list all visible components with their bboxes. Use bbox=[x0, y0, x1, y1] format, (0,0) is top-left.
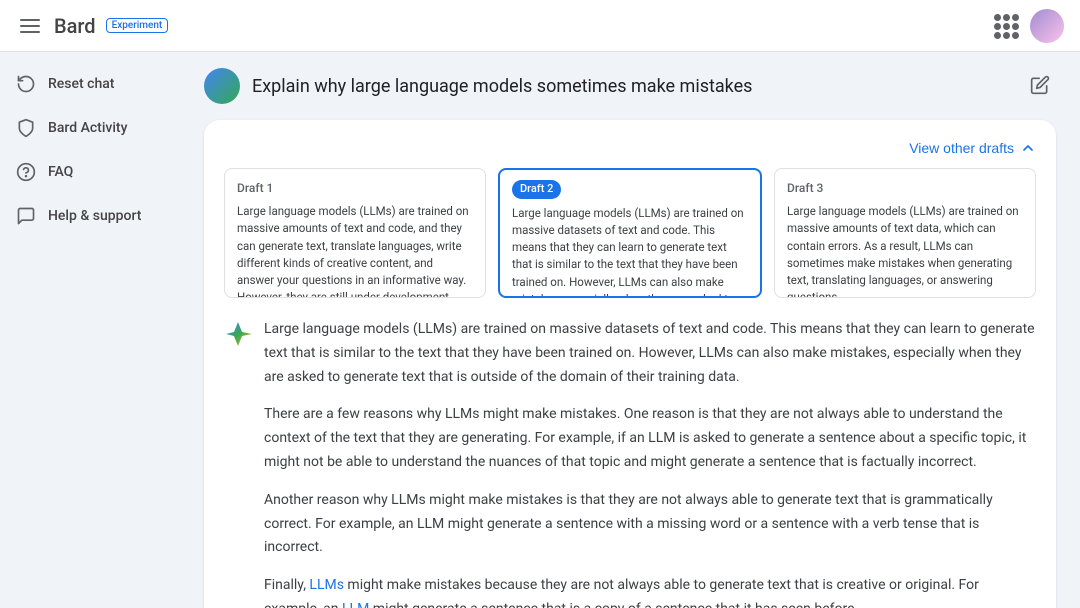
response-para-1: Large language models (LLMs) are trained… bbox=[264, 318, 1036, 389]
sidebar-item-bard-activity[interactable]: Bard Activity bbox=[0, 108, 172, 148]
draft-3-label: Draft 3 bbox=[787, 179, 1023, 197]
sidebar-label-reset-chat: Reset chat bbox=[48, 76, 114, 92]
user-avatar[interactable] bbox=[1030, 9, 1064, 43]
chat-icon bbox=[16, 206, 36, 226]
main-content: Explain why large language models someti… bbox=[180, 52, 1080, 608]
view-other-drafts-label: View other drafts bbox=[909, 140, 1014, 156]
response-body: Large language models (LLMs) are trained… bbox=[264, 318, 1036, 608]
sidebar-item-reset-chat[interactable]: Reset chat bbox=[0, 64, 172, 104]
bard-response: Large language models (LLMs) are trained… bbox=[224, 318, 1036, 608]
sidebar-label-bard-activity: Bard Activity bbox=[48, 120, 127, 136]
draft-1-label: Draft 1 bbox=[237, 179, 473, 197]
question-bar: Explain why large language models someti… bbox=[204, 68, 1056, 104]
sidebar: Reset chat Bard Activity FAQ bbox=[0, 52, 180, 608]
layout: Reset chat Bard Activity FAQ bbox=[0, 52, 1080, 608]
view-other-drafts-button[interactable]: View other drafts bbox=[909, 140, 1036, 156]
response-para-3: Another reason why LLMs might make mista… bbox=[264, 489, 1036, 560]
response-para-2: There are a few reasons why LLMs might m… bbox=[264, 403, 1036, 474]
response-card: View other drafts Draft 1 Large language… bbox=[204, 120, 1056, 608]
edit-button[interactable] bbox=[1024, 69, 1056, 104]
sidebar-label-help-support: Help & support bbox=[48, 208, 141, 224]
apps-icon[interactable] bbox=[994, 14, 1018, 38]
user-question-avatar bbox=[204, 68, 240, 104]
sidebar-item-help-support[interactable]: Help & support bbox=[0, 196, 172, 236]
sidebar-label-faq: FAQ bbox=[48, 164, 73, 180]
topbar-right bbox=[994, 9, 1064, 43]
question-text: Explain why large language models someti… bbox=[252, 76, 752, 97]
draft-2-label: Draft 2 bbox=[512, 180, 561, 199]
topbar-left: Bard Experiment bbox=[16, 14, 168, 38]
question-left: Explain why large language models someti… bbox=[204, 68, 752, 104]
app-title: Bard bbox=[54, 14, 96, 38]
bard-icon bbox=[224, 320, 252, 348]
topbar: Bard Experiment bbox=[0, 0, 1080, 52]
sidebar-item-faq[interactable]: FAQ bbox=[0, 152, 172, 192]
reset-icon bbox=[16, 74, 36, 94]
hamburger-menu[interactable] bbox=[16, 15, 44, 37]
shield-icon bbox=[16, 118, 36, 138]
drafts-row: Draft 1 Large language models (LLMs) are… bbox=[224, 168, 1036, 298]
help-icon bbox=[16, 162, 36, 182]
drafts-header: View other drafts bbox=[224, 140, 1036, 156]
draft-card-3[interactable]: Draft 3 Large language models (LLMs) are… bbox=[774, 168, 1036, 298]
draft-1-text: Large language models (LLMs) are trained… bbox=[237, 203, 473, 298]
response-para-4: Finally, LLMs might make mistakes becaus… bbox=[264, 574, 1036, 608]
draft-card-2[interactable]: Draft 2 Large language models (LLMs) are… bbox=[498, 168, 762, 298]
draft-2-text: Large language models (LLMs) are trained… bbox=[512, 205, 748, 299]
experiment-badge: Experiment bbox=[106, 18, 169, 33]
draft-card-1[interactable]: Draft 1 Large language models (LLMs) are… bbox=[224, 168, 486, 298]
draft-3-text: Large language models (LLMs) are trained… bbox=[787, 203, 1023, 298]
